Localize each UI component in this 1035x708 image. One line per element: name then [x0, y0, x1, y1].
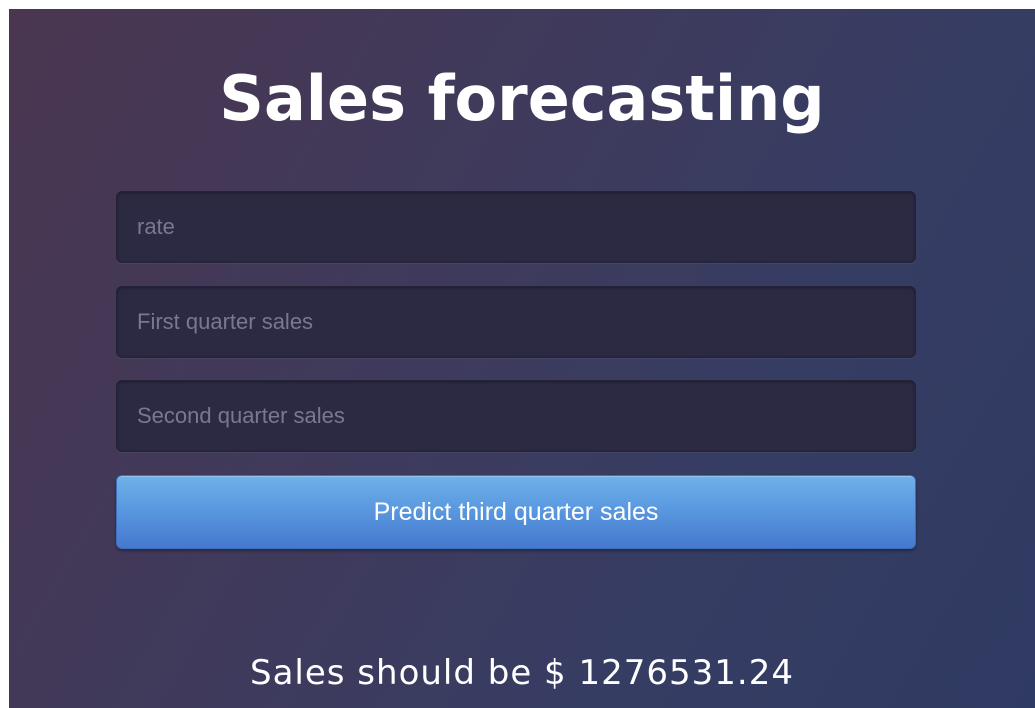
- rate-input[interactable]: [116, 191, 916, 263]
- page-title: Sales forecasting: [219, 62, 825, 135]
- page-frame: Sales forecasting Predict third quarter …: [0, 0, 1035, 708]
- predict-button[interactable]: Predict third quarter sales: [116, 475, 916, 549]
- prediction-result: Sales should be $ 1276531.24: [250, 653, 794, 693]
- first-quarter-sales-input[interactable]: [116, 286, 916, 358]
- form-panel: Sales forecasting Predict third quarter …: [9, 9, 1035, 708]
- second-quarter-sales-input[interactable]: [116, 380, 916, 452]
